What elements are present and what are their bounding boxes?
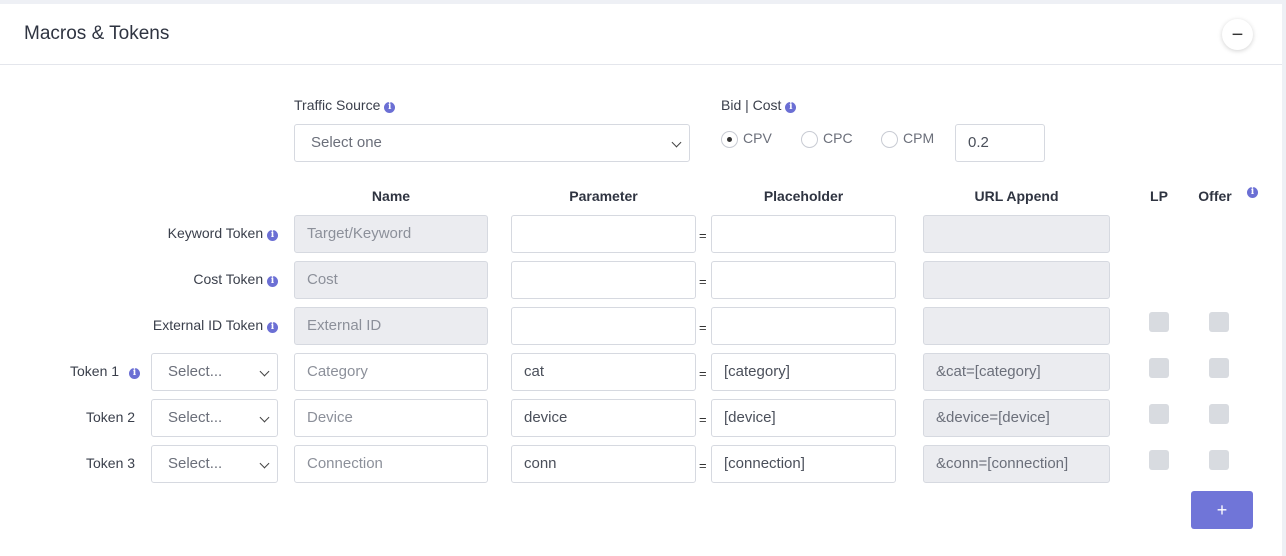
chevron-down-icon [259,366,270,377]
bid-cost-input[interactable]: 0.2 [955,124,1045,162]
token-parameter-field[interactable]: conn [511,445,696,483]
row-label-text: Cost Token [193,271,264,287]
token-parameter-field[interactable] [511,307,696,345]
row-label-external-id-token: External ID Token i [153,317,278,333]
panel-header: Macros & Tokens − [0,4,1282,65]
token-select-value: Select... [168,409,223,426]
token-url-append-field: &conn=[connection] [923,445,1110,483]
traffic-source-label: Traffic Source i [294,97,396,113]
token-name-field[interactable]: Category [294,353,488,391]
token-url-append-field [923,215,1110,253]
equals-sign: = [699,228,707,243]
info-icon[interactable]: i [267,322,278,333]
radio-cpv-label: CPV [743,130,772,146]
traffic-source-value: Select one [311,134,382,151]
row-label-text: External ID Token [152,317,264,333]
equals-sign: = [699,412,707,427]
token-placeholder-field[interactable]: [category] [711,353,896,391]
row-label-keyword-token: Keyword Token i [168,225,278,241]
token-name-field[interactable]: Device [294,399,488,437]
plus-icon: + [1216,500,1228,520]
info-icon[interactable]: i [267,230,278,241]
token-select-value: Select... [168,363,223,380]
row-label-token-3: Token 3 [86,455,136,471]
token-select[interactable]: Select... [151,399,278,437]
column-header-placeholder: Placeholder [763,188,844,204]
column-header-parameter: Parameter [569,188,638,204]
lp-checkbox[interactable] [1149,404,1169,424]
token-parameter-field[interactable]: device [511,399,696,437]
minus-icon: − [1231,23,1244,46]
token-url-append-field [923,261,1110,299]
lp-checkbox[interactable] [1149,312,1169,332]
bid-cost-label-text: Bid | Cost [721,97,782,113]
row-label-cost-token: Cost Token i [193,271,278,287]
token-url-append-field [923,307,1110,345]
token-name-field[interactable]: Cost [294,261,488,299]
token-placeholder-field[interactable]: [connection] [711,445,896,483]
lp-checkbox[interactable] [1149,358,1169,378]
offer-checkbox[interactable] [1209,450,1229,470]
token-parameter-field[interactable]: cat [511,353,696,391]
chevron-down-icon [259,412,270,423]
radio-cpm[interactable] [881,131,898,148]
row-label-token-1: Token 1 i [70,363,140,379]
radio-cpc[interactable] [801,131,818,148]
column-header-url-append: URL Append [974,188,1059,204]
token-url-append-field: &device=[device] [923,399,1110,437]
info-icon[interactable]: i [384,102,396,113]
row-label-text: Token 1 [70,363,120,379]
offer-checkbox[interactable] [1209,312,1229,332]
equals-sign: = [699,366,707,381]
traffic-source-label-text: Traffic Source [294,97,381,113]
row-label-text: Keyword Token [167,225,264,241]
info-icon[interactable]: i [128,368,140,379]
token-url-append-field: &cat=[category] [923,353,1110,391]
info-icon[interactable]: i [267,276,278,287]
token-name-field[interactable]: Connection [294,445,488,483]
token-placeholder-field[interactable]: [device] [711,399,896,437]
token-select-value: Select... [168,455,223,472]
lp-checkbox[interactable] [1149,450,1169,470]
token-select[interactable]: Select... [151,353,278,391]
token-name-field[interactable]: External ID [294,307,488,345]
chevron-down-icon [671,137,682,148]
radio-cpc-label: CPC [823,130,853,146]
panel-title: Macros & Tokens [24,23,170,44]
equals-sign: = [699,458,707,473]
info-icon[interactable]: i [785,102,797,113]
token-placeholder-field[interactable] [711,215,896,253]
chevron-down-icon [259,458,270,469]
offer-checkbox[interactable] [1209,358,1229,378]
column-header-lp: LP [1150,188,1168,204]
offer-checkbox[interactable] [1209,404,1229,424]
radio-cpv[interactable] [721,131,738,148]
bid-cost-label: Bid | Cost i [721,97,797,113]
token-placeholder-field[interactable] [711,261,896,299]
radio-cpm-label: CPM [903,130,935,146]
row-label-token-2: Token 2 [86,409,136,425]
info-icon[interactable]: i [1247,187,1258,198]
token-placeholder-field[interactable] [711,307,896,345]
column-header-name: Name [371,188,411,204]
token-parameter-field[interactable] [511,215,696,253]
macros-tokens-panel: Macros & Tokens − Traffic Source i Selec… [0,4,1282,556]
collapse-button[interactable]: − [1222,19,1253,50]
equals-sign: = [699,274,707,289]
add-token-button[interactable]: + [1191,491,1253,529]
token-name-field[interactable]: Target/Keyword [294,215,488,253]
column-header-offer: Offer [1198,188,1232,204]
token-select[interactable]: Select... [151,445,278,483]
equals-sign: = [699,320,707,335]
token-parameter-field[interactable] [511,261,696,299]
traffic-source-select[interactable]: Select one [294,124,690,162]
